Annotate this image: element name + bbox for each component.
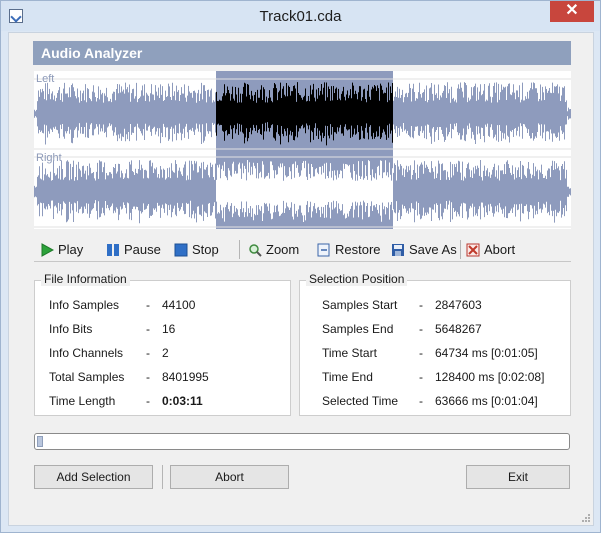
info-separator: -: [419, 298, 423, 312]
stop-label: Stop: [192, 242, 219, 257]
pause-label: Pause: [124, 242, 161, 257]
info-separator: -: [146, 322, 150, 336]
abort-toolbar-button[interactable]: Abort: [466, 240, 515, 260]
info-separator: -: [419, 322, 423, 336]
waveform-view[interactable]: Left Right: [34, 71, 571, 229]
info-label: Samples End: [322, 322, 394, 336]
info-label: Time Start: [322, 346, 377, 360]
info-separator: -: [419, 346, 423, 360]
play-button[interactable]: Play: [40, 240, 83, 260]
save-as-button[interactable]: Save As: [391, 240, 457, 260]
main-window: Track01.cda ✕ Audio Analyzer Left Right: [0, 0, 601, 533]
file-information-group: File Information Info Samples -44100 Info …: [34, 272, 291, 416]
save-as-label: Save As: [409, 242, 457, 257]
info-separator: -: [419, 370, 423, 384]
info-value: 5648267: [435, 322, 482, 336]
abort-button[interactable]: Abort: [170, 465, 289, 489]
file-information-title: File Information: [41, 272, 130, 286]
pause-icon: [106, 243, 120, 257]
info-label: Info Channels: [49, 346, 124, 360]
zoom-label: Zoom: [266, 242, 300, 257]
exit-button[interactable]: Exit: [466, 465, 570, 489]
right-channel-label: Right: [36, 152, 62, 164]
toolbar-separator: [239, 240, 240, 259]
info-label: Info Bits: [49, 322, 93, 336]
info-value: 0:03:11: [162, 394, 203, 408]
transport-toolbar: Play Pause Stop Zoom Restore Save As Abo…: [34, 236, 571, 262]
selection-position-group: Selection Position Samples Start -2847603…: [299, 272, 571, 416]
info-value: 63666 ms [0:01:04]: [435, 394, 538, 408]
info-label: Total Samples: [49, 370, 125, 384]
zoom-button[interactable]: Zoom: [248, 240, 299, 260]
info-value: 44100: [162, 298, 196, 312]
info-separator: -: [419, 394, 423, 408]
info-label: Time End: [322, 370, 373, 384]
info-value: 2: [162, 346, 169, 360]
client-area: Audio Analyzer Left Right Play Pause Sto…: [8, 32, 594, 526]
abort-toolbar-label: Abort: [484, 242, 516, 257]
info-label: Info Samples: [49, 298, 120, 312]
info-value: 16: [162, 322, 176, 336]
info-label: Time Length: [49, 394, 116, 408]
restore-button[interactable]: Restore: [317, 240, 381, 260]
abort-icon: [466, 243, 480, 257]
info-value: 64734 ms [0:01:05]: [435, 346, 538, 360]
zoom-icon: [248, 243, 262, 257]
panel-header: Audio Analyzer: [33, 41, 571, 65]
info-label: Samples Start: [322, 298, 398, 312]
play-icon: [40, 243, 55, 257]
stop-icon: [174, 243, 188, 257]
add-selection-button[interactable]: Add Selection: [34, 465, 153, 489]
toolbar-separator: [460, 240, 461, 259]
info-label: Selected Time: [322, 394, 399, 408]
save-icon: [391, 243, 405, 257]
window-title: Track01.cda: [259, 8, 342, 25]
restore-label: Restore: [335, 242, 381, 257]
pause-button[interactable]: Pause: [106, 240, 161, 260]
info-separator: -: [146, 370, 150, 384]
info-value: 8401995: [162, 370, 209, 384]
progress-fill: [37, 436, 43, 447]
progress-bar: [34, 433, 570, 450]
left-channel-label: Left: [36, 73, 55, 85]
close-button[interactable]: ✕: [550, 1, 594, 22]
info-separator: -: [146, 298, 150, 312]
stop-button[interactable]: Stop: [174, 240, 219, 260]
resize-grip-icon[interactable]: [581, 513, 591, 523]
right-channel-wave: [34, 160, 571, 224]
info-separator: -: [146, 394, 150, 408]
button-separator: [162, 465, 163, 489]
info-value: 2847603: [435, 298, 482, 312]
info-separator: -: [146, 346, 150, 360]
waveform-canvas[interactable]: [34, 71, 571, 229]
play-label: Play: [58, 242, 84, 257]
info-value: 128400 ms [0:02:08]: [435, 370, 545, 384]
title-bar: Track01.cda ✕: [1, 1, 600, 31]
selection-position-title: Selection Position: [306, 272, 408, 286]
restore-icon: [317, 243, 331, 257]
